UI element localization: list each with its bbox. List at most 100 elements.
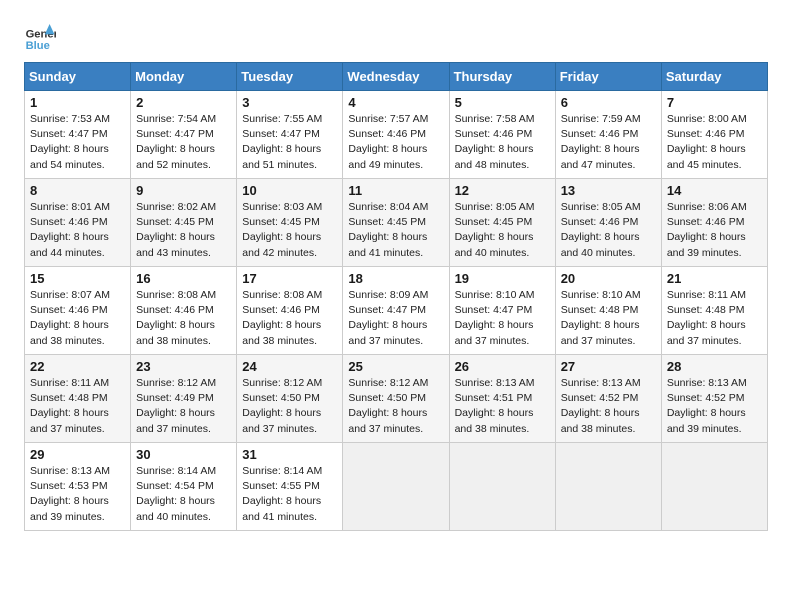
- calendar-cell: 20 Sunrise: 8:10 AMSunset: 4:48 PMDaylig…: [555, 267, 661, 355]
- day-number: 1: [30, 95, 125, 110]
- day-info: Sunrise: 8:13 AMSunset: 4:53 PMDaylight:…: [30, 464, 125, 525]
- calendar-cell: 13 Sunrise: 8:05 AMSunset: 4:46 PMDaylig…: [555, 179, 661, 267]
- day-header-monday: Monday: [131, 63, 237, 91]
- calendar-cell: 22 Sunrise: 8:11 AMSunset: 4:48 PMDaylig…: [25, 355, 131, 443]
- calendar-cell: 12 Sunrise: 8:05 AMSunset: 4:45 PMDaylig…: [449, 179, 555, 267]
- calendar-cell: 15 Sunrise: 8:07 AMSunset: 4:46 PMDaylig…: [25, 267, 131, 355]
- day-info: Sunrise: 8:08 AMSunset: 4:46 PMDaylight:…: [136, 288, 231, 349]
- calendar-cell: 7 Sunrise: 8:00 AMSunset: 4:46 PMDayligh…: [661, 91, 767, 179]
- day-info: Sunrise: 8:13 AMSunset: 4:52 PMDaylight:…: [667, 376, 762, 437]
- day-info: Sunrise: 8:12 AMSunset: 4:49 PMDaylight:…: [136, 376, 231, 437]
- calendar-cell: 29 Sunrise: 8:13 AMSunset: 4:53 PMDaylig…: [25, 443, 131, 531]
- day-number: 22: [30, 359, 125, 374]
- day-number: 12: [455, 183, 550, 198]
- day-number: 17: [242, 271, 337, 286]
- calendar-cell: [449, 443, 555, 531]
- day-number: 2: [136, 95, 231, 110]
- day-info: Sunrise: 8:10 AMSunset: 4:48 PMDaylight:…: [561, 288, 656, 349]
- day-number: 23: [136, 359, 231, 374]
- calendar-cell: 6 Sunrise: 7:59 AMSunset: 4:46 PMDayligh…: [555, 91, 661, 179]
- day-info: Sunrise: 8:08 AMSunset: 4:46 PMDaylight:…: [242, 288, 337, 349]
- day-number: 8: [30, 183, 125, 198]
- day-number: 25: [348, 359, 443, 374]
- day-info: Sunrise: 8:02 AMSunset: 4:45 PMDaylight:…: [136, 200, 231, 261]
- calendar-week-4: 22 Sunrise: 8:11 AMSunset: 4:48 PMDaylig…: [25, 355, 768, 443]
- calendar-cell: 1 Sunrise: 7:53 AMSunset: 4:47 PMDayligh…: [25, 91, 131, 179]
- day-number: 18: [348, 271, 443, 286]
- day-number: 26: [455, 359, 550, 374]
- day-info: Sunrise: 8:11 AMSunset: 4:48 PMDaylight:…: [667, 288, 762, 349]
- page-header: General Blue: [24, 20, 768, 52]
- day-number: 3: [242, 95, 337, 110]
- day-number: 27: [561, 359, 656, 374]
- day-number: 9: [136, 183, 231, 198]
- calendar-cell: 11 Sunrise: 8:04 AMSunset: 4:45 PMDaylig…: [343, 179, 449, 267]
- day-number: 24: [242, 359, 337, 374]
- day-number: 30: [136, 447, 231, 462]
- calendar-cell: 3 Sunrise: 7:55 AMSunset: 4:47 PMDayligh…: [237, 91, 343, 179]
- day-number: 10: [242, 183, 337, 198]
- calendar-cell: 25 Sunrise: 8:12 AMSunset: 4:50 PMDaylig…: [343, 355, 449, 443]
- day-number: 11: [348, 183, 443, 198]
- day-info: Sunrise: 8:00 AMSunset: 4:46 PMDaylight:…: [667, 112, 762, 173]
- calendar-cell: [661, 443, 767, 531]
- day-info: Sunrise: 8:14 AMSunset: 4:54 PMDaylight:…: [136, 464, 231, 525]
- day-info: Sunrise: 8:09 AMSunset: 4:47 PMDaylight:…: [348, 288, 443, 349]
- calendar-cell: 5 Sunrise: 7:58 AMSunset: 4:46 PMDayligh…: [449, 91, 555, 179]
- day-info: Sunrise: 8:13 AMSunset: 4:52 PMDaylight:…: [561, 376, 656, 437]
- calendar-cell: 17 Sunrise: 8:08 AMSunset: 4:46 PMDaylig…: [237, 267, 343, 355]
- day-info: Sunrise: 8:04 AMSunset: 4:45 PMDaylight:…: [348, 200, 443, 261]
- calendar-cell: [343, 443, 449, 531]
- day-header-wednesday: Wednesday: [343, 63, 449, 91]
- calendar-cell: 30 Sunrise: 8:14 AMSunset: 4:54 PMDaylig…: [131, 443, 237, 531]
- logo: General Blue: [24, 20, 56, 52]
- calendar-cell: 24 Sunrise: 8:12 AMSunset: 4:50 PMDaylig…: [237, 355, 343, 443]
- calendar-week-5: 29 Sunrise: 8:13 AMSunset: 4:53 PMDaylig…: [25, 443, 768, 531]
- day-info: Sunrise: 7:55 AMSunset: 4:47 PMDaylight:…: [242, 112, 337, 173]
- day-info: Sunrise: 7:54 AMSunset: 4:47 PMDaylight:…: [136, 112, 231, 173]
- calendar-cell: 16 Sunrise: 8:08 AMSunset: 4:46 PMDaylig…: [131, 267, 237, 355]
- day-header-thursday: Thursday: [449, 63, 555, 91]
- day-number: 7: [667, 95, 762, 110]
- calendar-cell: 27 Sunrise: 8:13 AMSunset: 4:52 PMDaylig…: [555, 355, 661, 443]
- calendar-cell: 10 Sunrise: 8:03 AMSunset: 4:45 PMDaylig…: [237, 179, 343, 267]
- day-number: 15: [30, 271, 125, 286]
- calendar-cell: 23 Sunrise: 8:12 AMSunset: 4:49 PMDaylig…: [131, 355, 237, 443]
- day-info: Sunrise: 8:07 AMSunset: 4:46 PMDaylight:…: [30, 288, 125, 349]
- day-number: 16: [136, 271, 231, 286]
- day-info: Sunrise: 8:10 AMSunset: 4:47 PMDaylight:…: [455, 288, 550, 349]
- day-number: 29: [30, 447, 125, 462]
- day-number: 28: [667, 359, 762, 374]
- calendar-header-row: SundayMondayTuesdayWednesdayThursdayFrid…: [25, 63, 768, 91]
- day-info: Sunrise: 8:05 AMSunset: 4:45 PMDaylight:…: [455, 200, 550, 261]
- calendar-table: SundayMondayTuesdayWednesdayThursdayFrid…: [24, 62, 768, 531]
- day-header-saturday: Saturday: [661, 63, 767, 91]
- day-info: Sunrise: 7:58 AMSunset: 4:46 PMDaylight:…: [455, 112, 550, 173]
- day-number: 19: [455, 271, 550, 286]
- day-info: Sunrise: 8:11 AMSunset: 4:48 PMDaylight:…: [30, 376, 125, 437]
- calendar-week-2: 8 Sunrise: 8:01 AMSunset: 4:46 PMDayligh…: [25, 179, 768, 267]
- calendar-cell: 2 Sunrise: 7:54 AMSunset: 4:47 PMDayligh…: [131, 91, 237, 179]
- day-info: Sunrise: 8:01 AMSunset: 4:46 PMDaylight:…: [30, 200, 125, 261]
- day-header-friday: Friday: [555, 63, 661, 91]
- calendar-cell: [555, 443, 661, 531]
- calendar-cell: 14 Sunrise: 8:06 AMSunset: 4:46 PMDaylig…: [661, 179, 767, 267]
- day-number: 20: [561, 271, 656, 286]
- day-header-tuesday: Tuesday: [237, 63, 343, 91]
- day-header-sunday: Sunday: [25, 63, 131, 91]
- day-info: Sunrise: 8:12 AMSunset: 4:50 PMDaylight:…: [242, 376, 337, 437]
- calendar-cell: 19 Sunrise: 8:10 AMSunset: 4:47 PMDaylig…: [449, 267, 555, 355]
- calendar-cell: 8 Sunrise: 8:01 AMSunset: 4:46 PMDayligh…: [25, 179, 131, 267]
- day-number: 13: [561, 183, 656, 198]
- day-number: 21: [667, 271, 762, 286]
- calendar-cell: 18 Sunrise: 8:09 AMSunset: 4:47 PMDaylig…: [343, 267, 449, 355]
- calendar-week-1: 1 Sunrise: 7:53 AMSunset: 4:47 PMDayligh…: [25, 91, 768, 179]
- day-number: 14: [667, 183, 762, 198]
- day-info: Sunrise: 7:57 AMSunset: 4:46 PMDaylight:…: [348, 112, 443, 173]
- day-number: 4: [348, 95, 443, 110]
- day-info: Sunrise: 7:53 AMSunset: 4:47 PMDaylight:…: [30, 112, 125, 173]
- day-number: 31: [242, 447, 337, 462]
- logo-icon: General Blue: [24, 20, 56, 52]
- day-info: Sunrise: 8:14 AMSunset: 4:55 PMDaylight:…: [242, 464, 337, 525]
- day-info: Sunrise: 8:03 AMSunset: 4:45 PMDaylight:…: [242, 200, 337, 261]
